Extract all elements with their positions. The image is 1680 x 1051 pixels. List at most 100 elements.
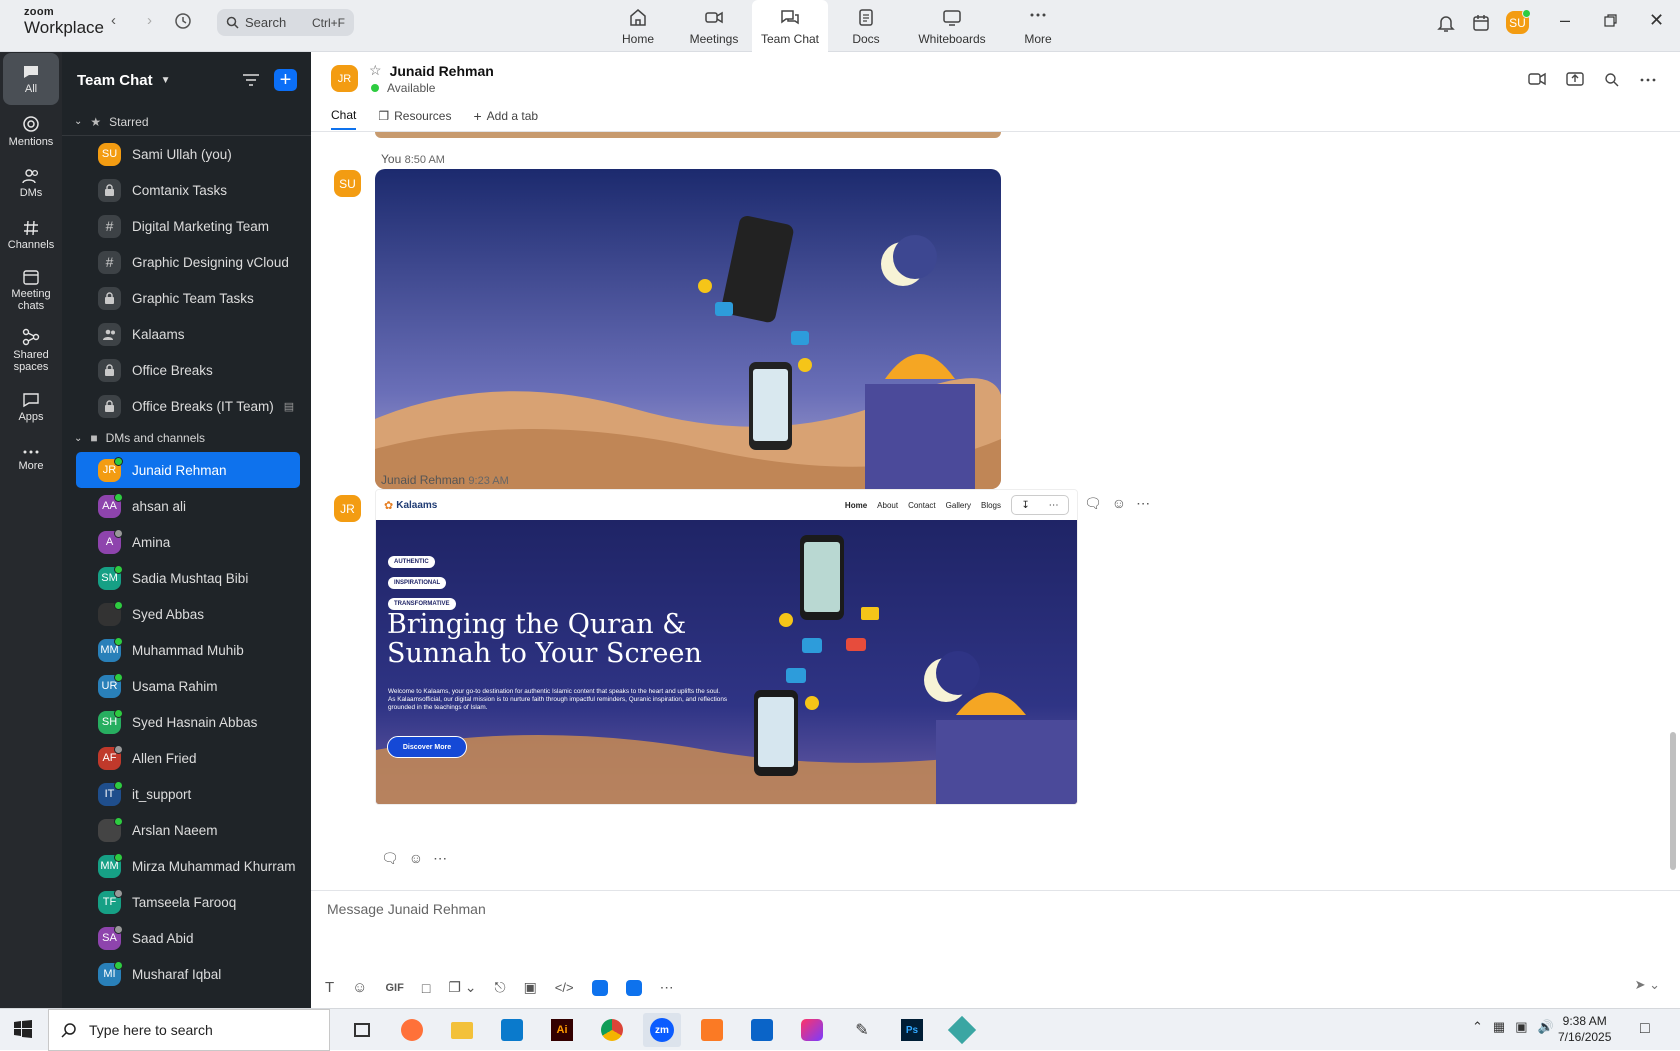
- sidebar-title[interactable]: Team Chat: [77, 72, 153, 89]
- file-icon[interactable]: □: [422, 980, 430, 996]
- sidebar-item-starred[interactable]: Graphic Team Tasks: [76, 280, 300, 316]
- chat-tab-add[interactable]: + Add a tab: [473, 108, 538, 130]
- filter-icon[interactable]: [242, 73, 260, 87]
- maximize-button[interactable]: [1604, 14, 1617, 32]
- message-1-avatar[interactable]: SU: [334, 170, 361, 197]
- sidebar-item-dm[interactable]: UR Usama Rahim: [76, 668, 300, 704]
- sidebar-item-dm[interactable]: MM Muhammad Muhib: [76, 632, 300, 668]
- code-snippet-icon[interactable]: </>: [555, 980, 574, 995]
- message-list[interactable]: You 8:50 AM SU Junaid Rehman 9:23 AM JR …: [311, 132, 1680, 890]
- video-call-icon[interactable]: [1528, 72, 1546, 86]
- rail-shared-spaces[interactable]: Shared spaces: [3, 319, 59, 381]
- reply-icon[interactable]: 🗨: [381, 850, 399, 867]
- microphone-icon[interactable]: ⎋: [494, 979, 505, 996]
- section-starred[interactable]: ⌄ ★ Starred: [62, 108, 311, 136]
- app-icon[interactable]: [625, 979, 642, 996]
- sidebar-item-dm[interactable]: Syed Abbas: [76, 596, 300, 632]
- forward-arrow-icon[interactable]: ›: [147, 12, 152, 29]
- emoji-icon[interactable]: ☺: [352, 979, 367, 996]
- sidebar-item-dm[interactable]: A Amina: [76, 524, 300, 560]
- file-explorer-icon[interactable]: [443, 1013, 481, 1047]
- zoom-icon[interactable]: zm: [643, 1013, 681, 1047]
- search-icon[interactable]: [1604, 72, 1620, 88]
- sidebar-item-starred[interactable]: SU Sami Ullah (you): [76, 136, 300, 172]
- rail-apps[interactable]: Apps: [3, 381, 59, 433]
- creative-cloud-icon[interactable]: [793, 1013, 831, 1047]
- share-screen-icon[interactable]: [1566, 72, 1584, 86]
- illustrator-icon[interactable]: Ai: [543, 1013, 581, 1047]
- more-icon[interactable]: ⋯: [1049, 500, 1059, 511]
- tab-team-chat[interactable]: Team Chat: [752, 0, 828, 52]
- sidebar-item-dm[interactable]: MM Mirza Muhammad Khurram: [76, 848, 300, 884]
- chevron-down-icon[interactable]: ▼: [161, 75, 171, 86]
- message-2-avatar[interactable]: JR: [334, 495, 361, 522]
- more-icon[interactable]: ⋯: [433, 850, 447, 867]
- message-2-image[interactable]: ✿ Kalaams Home About Contact Gallery Blo…: [375, 489, 1078, 805]
- windows-start-icon[interactable]: [14, 1020, 32, 1043]
- tab-meetings[interactable]: Meetings: [676, 0, 752, 52]
- vscode-icon[interactable]: [493, 1013, 531, 1047]
- scrollbar-thumb[interactable]: [1670, 732, 1676, 870]
- sidebar-item-starred[interactable]: # Graphic Designing vCloud: [76, 244, 300, 280]
- more-icon[interactable]: ⋯: [1136, 495, 1150, 512]
- notifications-icon[interactable]: □: [1640, 1020, 1650, 1038]
- sidebar-item-starred[interactable]: # Digital Marketing Team: [76, 208, 300, 244]
- back-arrow-icon[interactable]: ‹: [111, 12, 116, 29]
- taskbar-search[interactable]: Type here to search: [48, 1009, 330, 1051]
- sidebar-item-dm[interactable]: MI Musharaf Iqbal: [76, 956, 300, 992]
- sidebar-item-starred[interactable]: Office Breaks (IT Team) ▤: [76, 388, 300, 424]
- sidebar-item-dm[interactable]: SA Saad Abid: [76, 920, 300, 956]
- message-1-image[interactable]: [375, 169, 1001, 489]
- download-icon[interactable]: ↧: [1021, 500, 1029, 511]
- chrome-icon[interactable]: [593, 1013, 631, 1047]
- photoshop-icon[interactable]: Ps: [893, 1013, 931, 1047]
- tab-docs[interactable]: Docs: [828, 0, 904, 52]
- emoji-icon[interactable]: ☺: [1112, 495, 1126, 512]
- sidebar-item-dm[interactable]: IT it_support: [76, 776, 300, 812]
- chat-tab-chat[interactable]: Chat: [331, 108, 357, 130]
- send-options-icon[interactable]: ➤ ⌄: [1635, 977, 1660, 993]
- rail-channels[interactable]: Channels: [3, 209, 59, 261]
- sidebar-item-dm[interactable]: JR Junaid Rehman: [76, 452, 300, 488]
- bell-icon[interactable]: [1437, 13, 1455, 38]
- firefox-icon[interactable]: [393, 1013, 431, 1047]
- tray-app-icon[interactable]: ▦: [1493, 1019, 1505, 1035]
- screenshot-icon[interactable]: ❐ ⌄: [448, 979, 476, 996]
- rail-all[interactable]: All: [3, 53, 59, 105]
- tab-whiteboards[interactable]: Whiteboards: [904, 0, 1000, 52]
- search-bar[interactable]: Search Ctrl+F: [217, 9, 354, 36]
- sidebar-item-dm[interactable]: TF Tamseela Farooq: [76, 884, 300, 920]
- app-cube-icon[interactable]: [943, 1013, 981, 1047]
- outlook-icon[interactable]: [743, 1013, 781, 1047]
- sidebar-item-starred[interactable]: Kalaams: [76, 316, 300, 352]
- rail-mentions[interactable]: Mentions: [3, 105, 59, 157]
- message-input[interactable]: Message Junaid Rehman: [327, 901, 486, 917]
- emoji-icon[interactable]: ☺: [409, 850, 423, 867]
- minimize-button[interactable]: –: [1560, 10, 1570, 31]
- xampp-icon[interactable]: [693, 1013, 731, 1047]
- sidebar-item-dm[interactable]: SH Syed Hasnain Abbas: [76, 704, 300, 740]
- sidebar-item-dm[interactable]: SM Sadia Mushtaq Bibi: [76, 560, 300, 596]
- text-format-icon[interactable]: T: [325, 979, 334, 996]
- section-dms[interactable]: ⌄ ■ DMs and channels: [62, 424, 311, 452]
- contact-name[interactable]: Junaid Rehman: [390, 63, 494, 79]
- more-icon[interactable]: ⋯: [660, 979, 674, 996]
- video-message-icon[interactable]: ▣: [524, 979, 537, 996]
- pen-tool-icon[interactable]: ✎: [843, 1013, 881, 1047]
- network-icon[interactable]: ▣: [1515, 1019, 1527, 1035]
- sidebar-item-starred[interactable]: Comtanix Tasks: [76, 172, 300, 208]
- new-chat-button[interactable]: +: [274, 69, 297, 91]
- task-view-icon[interactable]: [343, 1013, 381, 1047]
- contact-avatar[interactable]: JR: [331, 65, 358, 92]
- history-icon[interactable]: [174, 12, 192, 34]
- tab-home[interactable]: Home: [600, 0, 676, 52]
- volume-icon[interactable]: 🔊: [1538, 1019, 1554, 1035]
- taskbar-clock[interactable]: 9:38 AM 7/16/2025: [1558, 1013, 1611, 1045]
- tab-more[interactable]: More: [1000, 0, 1076, 52]
- rail-meeting-chats[interactable]: Meeting chats: [3, 261, 59, 319]
- sidebar-item-dm[interactable]: AA ahsan ali: [76, 488, 300, 524]
- sidebar-item-starred[interactable]: Office Breaks: [76, 352, 300, 388]
- user-avatar[interactable]: SU: [1506, 9, 1531, 34]
- chat-tab-resources[interactable]: ❐ Resources: [378, 108, 451, 130]
- sidebar-item-dm[interactable]: AF Allen Fried: [76, 740, 300, 776]
